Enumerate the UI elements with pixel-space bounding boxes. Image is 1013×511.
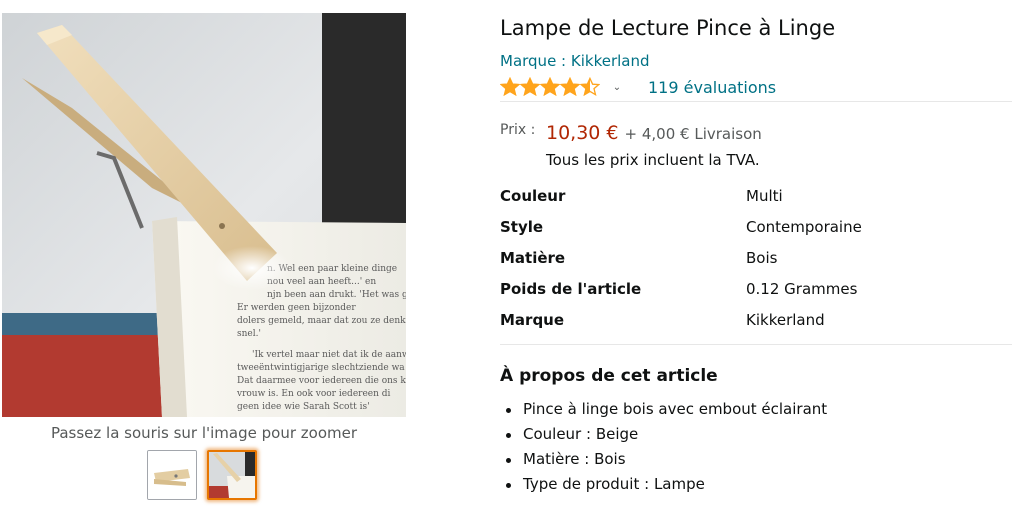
bullet-dot <box>506 458 511 463</box>
product-title: Lampe de Lecture Pince à Linge <box>500 16 836 40</box>
svg-text:tweeëntwintigjarige slechtzien: tweeëntwintigjarige slechtziende wa <box>237 363 405 373</box>
svg-text:njn been aan drukt. 'Het was g: njn been aan drukt. 'Het was g <box>267 290 406 300</box>
about-bullets: Pince à linge bois avec embout éclairant… <box>500 397 827 497</box>
svg-text:Er werden geen bijzonder: Er werden geen bijzonder <box>237 303 356 313</box>
vat-note: Tous les prix incluent la TVA. <box>546 151 760 169</box>
spec-value-poids: 0.12 Grammes <box>746 280 858 298</box>
ratings-count-link[interactable]: 119 évaluations <box>648 78 776 97</box>
star-icon <box>540 77 560 97</box>
clothespin-lamp-photo: n. Wel een paar kleine dinge nou veel aa… <box>2 13 406 417</box>
bullet-dot <box>506 433 511 438</box>
price-line: 10,30 € + 4,00 € Livraison <box>546 122 762 144</box>
bullet-item: Couleur : Beige <box>500 422 827 447</box>
bullet-text: Couleur : Beige <box>523 425 639 443</box>
bullet-text: Matière : Bois <box>523 450 626 468</box>
bullet-item: Type de produit : Lampe <box>500 472 827 497</box>
spec-key-marque: Marque <box>500 311 565 329</box>
rating-row: ⌄ 119 évaluations <box>500 76 776 98</box>
spec-key-matiere: Matière <box>500 249 566 267</box>
thumbnail-image <box>209 452 255 498</box>
spec-value-matiere: Bois <box>746 249 778 267</box>
star-icon <box>520 77 540 97</box>
star-icon <box>580 77 600 97</box>
main-product-image[interactable]: n. Wel een paar kleine dinge nou veel aa… <box>2 13 406 417</box>
thumbnail-image <box>148 451 196 499</box>
svg-text:snel.': snel.' <box>237 329 261 339</box>
spec-value-marque: Kikkerland <box>746 311 825 329</box>
svg-text:vrouw is. En ook voor iedereen: vrouw is. En ook voor iedereen di <box>236 389 391 399</box>
star-icon <box>500 77 520 97</box>
spec-key-couleur: Couleur <box>500 187 566 205</box>
zoom-hint: Passez la souris sur l'image pour zoomer <box>50 424 358 442</box>
spec-key-poids: Poids de l'article <box>500 280 642 298</box>
thumbnail-1[interactable] <box>147 450 197 500</box>
bullet-item: Pince à linge bois avec embout éclairant <box>500 397 827 422</box>
about-heading: À propos de cet article <box>500 366 718 386</box>
bullet-item: Matière : Bois <box>500 447 827 472</box>
price-value: 10,30 € <box>546 122 619 144</box>
delivery-fee: + 4,00 € Livraison <box>624 125 762 143</box>
bullet-text: Type de produit : Lampe <box>523 475 705 493</box>
price-label: Prix : <box>500 122 536 138</box>
svg-text:dolers gemeld, maar dat zou ze: dolers gemeld, maar dat zou ze denk i <box>237 316 406 326</box>
star-rating[interactable] <box>500 77 600 97</box>
star-icon <box>560 77 580 97</box>
divider <box>500 101 1012 102</box>
svg-text:Dat daarmee voor iedereen die: Dat daarmee voor iedereen die ons ke <box>237 376 406 386</box>
bullet-dot <box>506 408 511 413</box>
thumbnail-2-selected[interactable] <box>207 450 257 500</box>
svg-text:geen idee wie Sarah Scott is': geen idee wie Sarah Scott is' <box>237 402 370 412</box>
divider <box>500 344 1012 345</box>
spec-value-couleur: Multi <box>746 187 783 205</box>
bullet-dot <box>506 483 511 488</box>
bullet-text: Pince à linge bois avec embout éclairant <box>523 400 828 418</box>
chevron-down-icon[interactable]: ⌄ <box>610 82 624 93</box>
brand-link[interactable]: Marque : Kikkerland <box>500 52 650 70</box>
spec-value-style: Contemporaine <box>746 218 862 236</box>
svg-text:'Ik vertel maar niet dat ik de: 'Ik vertel maar niet dat ik de aanwe <box>252 350 406 360</box>
spec-key-style: Style <box>500 218 544 236</box>
